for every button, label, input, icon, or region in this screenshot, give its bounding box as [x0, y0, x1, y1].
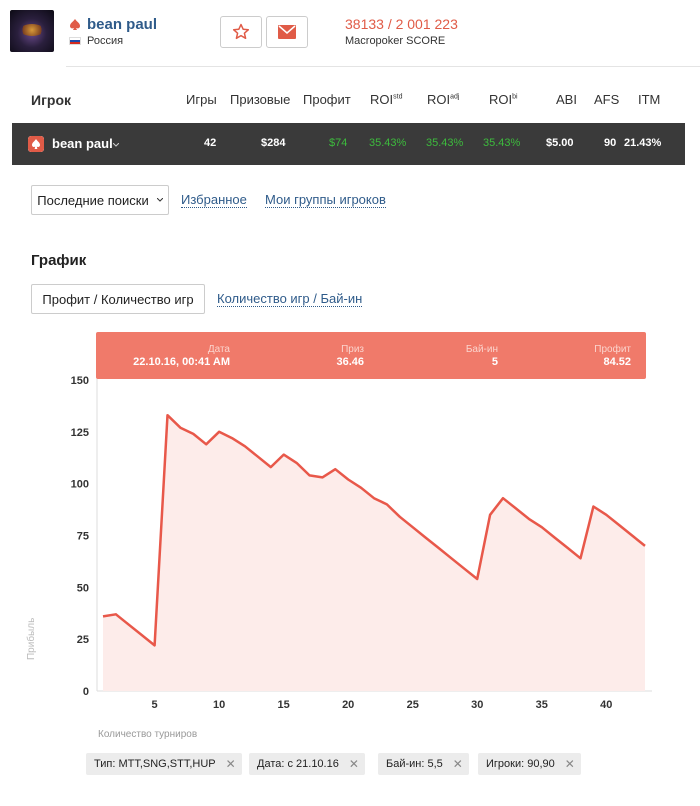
player-country: Россия	[87, 35, 124, 47]
filter-chip-label: Тип: MTT,SNG,STT,HUP	[94, 758, 216, 770]
y-tick-label: 50	[77, 582, 89, 594]
row-player-name[interactable]: bean paul	[52, 136, 113, 151]
roi-std-sup: std	[393, 93, 403, 101]
column-header-roi-bi[interactable]: ROIbi	[489, 92, 518, 107]
filter-chip-players[interactable]: Игроки: 90,90 ✕	[478, 753, 581, 775]
row-roi-bi: 35.43%	[483, 137, 521, 149]
tooltip-prize-value: 36.46	[336, 356, 364, 368]
column-header-afs[interactable]: AFS	[594, 92, 619, 107]
x-tick-label: 35	[536, 699, 548, 711]
x-tick-label: 25	[407, 699, 419, 711]
y-tick-label: 25	[77, 634, 89, 646]
close-icon[interactable]: ✕	[226, 757, 236, 771]
y-tick-label: 125	[71, 427, 89, 439]
x-tick-label: 20	[342, 699, 354, 711]
player-groups-link[interactable]: Мои группы игроков	[265, 192, 386, 208]
macropoker-score-label: Macropoker SCORE	[345, 35, 446, 47]
column-header-profit[interactable]: Профит	[303, 92, 351, 107]
y-tick-label: 150	[71, 375, 89, 387]
player-avatar	[10, 10, 54, 52]
star-icon	[232, 23, 250, 40]
row-roi-std: 35.43%	[369, 137, 407, 149]
filter-chip-type[interactable]: Тип: MTT,SNG,STT,HUP ✕	[86, 753, 242, 775]
roi-std-label: ROI	[370, 92, 394, 107]
favorite-button[interactable]	[220, 16, 262, 48]
x-tick-label: 5	[152, 699, 158, 711]
column-header-player[interactable]: Игрок	[31, 92, 71, 108]
x-tick-label: 15	[278, 699, 290, 711]
x-tick-label: 40	[600, 699, 612, 711]
row-profit: $74	[329, 137, 348, 149]
pokerstars-icon	[70, 19, 80, 30]
tooltip-date-label: Дата	[207, 344, 230, 355]
close-icon[interactable]: ✕	[565, 757, 575, 771]
profit-chart[interactable]: 0 25 50 75 100 125 150 5 10 15 20 25 30 35 40	[0, 320, 700, 740]
filter-chip-buyin[interactable]: Бай-ин: 5,5 ✕	[378, 753, 469, 775]
y-tick-label: 0	[83, 686, 89, 698]
filter-chip-date[interactable]: Дата: с 21.10.16 ✕	[249, 753, 365, 775]
tab-games-buyin[interactable]: Количество игр / Бай-ин	[217, 291, 363, 307]
roi-bi-label: ROI	[489, 92, 513, 107]
column-header-games[interactable]: Игры	[186, 92, 217, 107]
recent-searches-dropdown[interactable]: Последние поиски	[31, 185, 169, 215]
tooltip-date-value: 22.10.16, 00:41 AM	[133, 356, 230, 368]
x-tick-label: 10	[213, 699, 225, 711]
chevron-down-icon[interactable]	[113, 143, 119, 147]
y-tick-label: 100	[71, 479, 89, 491]
row-roi-adj: 35.43%	[426, 137, 464, 149]
favorites-link[interactable]: Избранное	[181, 192, 247, 208]
message-button[interactable]	[266, 16, 308, 48]
close-icon[interactable]: ✕	[453, 757, 463, 771]
tooltip-buyin-label: Бай-ин	[465, 344, 498, 355]
row-abi: $5.00	[546, 137, 574, 149]
recent-searches-label: Последние поиски	[37, 192, 149, 208]
filter-chip-label: Дата: с 21.10.16	[257, 758, 339, 770]
tooltip-profit-value: 84.52	[603, 356, 631, 368]
chart-section-title: График	[31, 252, 87, 269]
tooltip-profit-label: Профит	[594, 344, 631, 355]
tab-profit-games[interactable]: Профит / Количество игр	[31, 284, 205, 314]
roi-adj-label: ROI	[427, 92, 451, 107]
chevron-down-icon	[156, 198, 163, 202]
y-axis-label: Прибыль	[26, 617, 37, 660]
tooltip-prize-label: Приз	[341, 344, 364, 355]
close-icon[interactable]: ✕	[349, 757, 359, 771]
column-header-roi-std[interactable]: ROIstd	[370, 92, 402, 107]
filter-chip-label: Бай-ин: 5,5	[386, 758, 443, 770]
y-tick-label: 75	[77, 531, 89, 543]
column-header-itm[interactable]: ITM	[638, 92, 660, 107]
pokerstars-icon	[28, 136, 44, 152]
header-divider	[66, 66, 700, 67]
roi-adj-sup: adj	[450, 93, 460, 101]
roi-bi-sup: bi	[512, 93, 518, 101]
filter-chip-label: Игроки: 90,90	[486, 758, 555, 770]
tooltip-buyin-value: 5	[491, 356, 498, 368]
russia-flag-icon	[69, 37, 81, 45]
x-tick-label: 30	[471, 699, 483, 711]
column-header-roi-adj[interactable]: ROIadj	[427, 92, 459, 107]
row-prizes: $284	[261, 137, 286, 149]
player-name[interactable]: bean paul	[87, 16, 157, 33]
row-games: 42	[204, 137, 217, 149]
profit-area	[103, 415, 645, 691]
row-afs: 90	[604, 137, 617, 149]
x-axis-label: Количество турниров	[98, 729, 198, 740]
column-header-prizes[interactable]: Призовые	[230, 92, 290, 107]
macropoker-score-value: 38133 / 2 001 223	[345, 16, 458, 32]
column-header-abi[interactable]: ABI	[556, 92, 577, 107]
envelope-icon	[278, 25, 296, 39]
row-itm: 21.43%	[624, 137, 662, 149]
